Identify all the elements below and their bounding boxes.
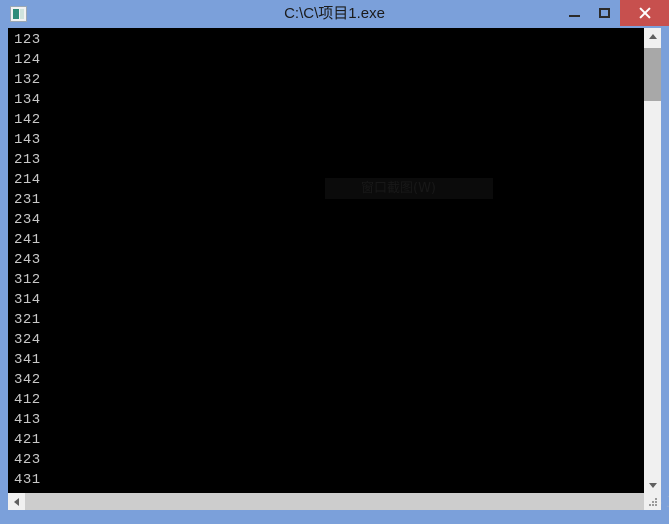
console-line: 312 [14, 272, 41, 288]
close-icon [638, 6, 652, 20]
vertical-scrollbar[interactable] [644, 28, 661, 493]
resize-grip-dot [655, 504, 657, 506]
console-line: 231 [14, 192, 41, 208]
vertical-scrollbar-thumb[interactable] [644, 48, 661, 101]
resize-grip-dot [649, 504, 651, 506]
console-line: 143 [14, 132, 41, 148]
console-line: 134 [14, 92, 41, 108]
console-line: 421 [14, 432, 41, 448]
console-line: 314 [14, 292, 41, 308]
resize-grip-dot [655, 498, 657, 500]
console-line: 234 [14, 212, 41, 228]
console-line: 431 [14, 472, 41, 488]
maximize-icon [598, 8, 610, 18]
console-line: 324 [14, 332, 41, 348]
console-output: 123 124 132 134 142 143 213 214 231 234 241 243 312 3… [14, 30, 634, 510]
console-line: 321 [14, 312, 41, 328]
console-line: 342 [14, 372, 41, 388]
console-line: 341 [14, 352, 41, 368]
console-line: 213 [14, 152, 41, 168]
window-bottom-border [0, 510, 669, 524]
scroll-down-button[interactable] [644, 476, 661, 493]
scroll-up-button[interactable] [644, 28, 661, 45]
console-line: 214 [14, 172, 41, 188]
horizontal-scrollbar[interactable] [8, 493, 644, 510]
console-line: 241 [14, 232, 41, 248]
chevron-up-icon [648, 33, 657, 39]
chevron-down-icon [648, 482, 657, 488]
resize-grip-dot [655, 501, 657, 503]
maximize-button[interactable] [589, 0, 620, 26]
minimize-button[interactable] [558, 0, 589, 26]
resize-grip-dot [652, 504, 654, 506]
close-button[interactable] [620, 0, 669, 26]
title-bar[interactable]: C:\C\项目1.exe [0, 0, 669, 28]
horizontal-scrollbar-thumb[interactable] [25, 493, 644, 510]
console-line: 413 [14, 412, 41, 428]
console-line: 243 [14, 252, 41, 268]
resize-grip-dot [652, 501, 654, 503]
console-line: 142 [14, 112, 41, 128]
console-line: 124 [14, 52, 41, 68]
console-window: C:\C\项目1.exe 123 124 132 134 142 143 213 214 231… [0, 0, 669, 524]
chevron-left-icon [13, 497, 19, 506]
console-line: 412 [14, 392, 41, 408]
console-client-area[interactable]: 123 124 132 134 142 143 213 214 231 234 241 243 312 3… [8, 28, 661, 510]
scroll-left-button[interactable] [8, 493, 25, 510]
minimize-icon [568, 15, 580, 17]
window-screenshot-menu-item[interactable]: 窗口截图(W) [325, 178, 493, 199]
console-line: 132 [14, 72, 41, 88]
resize-grip[interactable] [644, 493, 661, 510]
console-line: 423 [14, 452, 41, 468]
console-line: 123 [14, 32, 41, 48]
